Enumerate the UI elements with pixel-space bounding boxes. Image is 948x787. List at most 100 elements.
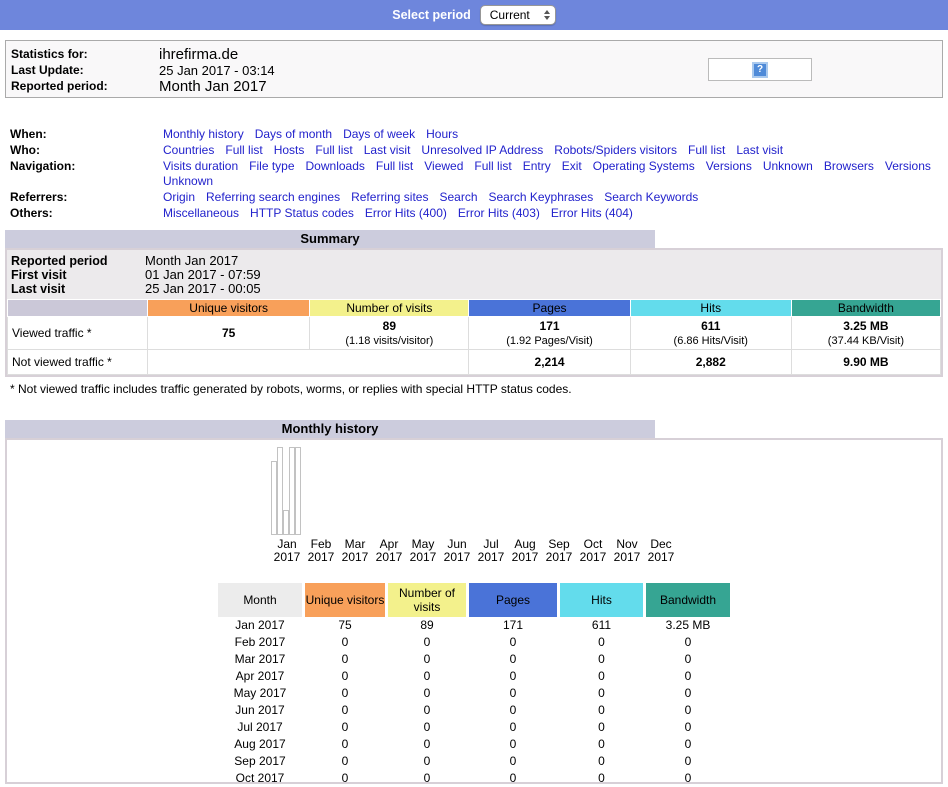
- summary-info-label: Last visit: [11, 282, 145, 296]
- summary-title: Summary: [5, 230, 655, 248]
- month-year: 2017: [338, 551, 372, 564]
- x-axis-label-feb-2017: Feb2017: [304, 538, 338, 564]
- monthly-row-value: 611: [560, 617, 643, 634]
- viewed-traffic-label: Viewed traffic *: [8, 317, 148, 350]
- nav-link-browsers[interactable]: Browsers: [824, 159, 874, 174]
- monthly-row-value: 0: [305, 753, 385, 770]
- metric-value: 3.25 MB: [843, 319, 888, 333]
- not-viewed-traffic-value: 9.90 MB: [791, 350, 940, 375]
- monthly-row-month: Aug 2017: [218, 736, 302, 753]
- nav-link-days-of-week[interactable]: Days of week: [343, 127, 415, 142]
- monthly-row-value: 0: [560, 719, 643, 736]
- nav-link-full-list[interactable]: Full list: [688, 143, 725, 158]
- nav-link-search-keyphrases[interactable]: Search Keyphrases: [489, 190, 594, 205]
- nav-link-error-hits-403[interactable]: Error Hits (403): [458, 206, 540, 221]
- nav-link-countries[interactable]: Countries: [163, 143, 214, 158]
- nav-link-robots-spiders-visitors[interactable]: Robots/Spiders visitors: [554, 143, 677, 158]
- not-viewed-traffic-value: 2,882: [630, 350, 791, 375]
- monthly-column-header-bandwidth: Bandwidth: [646, 583, 730, 617]
- nav-link-unknown[interactable]: Unknown: [163, 174, 213, 189]
- nav-link-versions[interactable]: Versions: [706, 159, 752, 174]
- nav-link-search[interactable]: Search: [439, 190, 477, 205]
- nav-links: Visits duration File type Downloads Full li…: [163, 159, 935, 189]
- x-axis-label-may-2017: May2017: [406, 538, 440, 564]
- column-header-unique-visitors: Unique visitors: [148, 300, 310, 317]
- nav-link-error-hits-404[interactable]: Error Hits (404): [551, 206, 633, 221]
- nav-link-entry[interactable]: Entry: [523, 159, 551, 174]
- x-axis-label-nov-2017: Nov2017: [610, 538, 644, 564]
- monthly-row-value: 0: [560, 685, 643, 702]
- nav-link-downloads[interactable]: Downloads: [306, 159, 365, 174]
- nav-link-exit[interactable]: Exit: [562, 159, 582, 174]
- nav-link-http-status-codes[interactable]: HTTP Status codes: [250, 206, 354, 221]
- not-viewed-traffic-row: Not viewed traffic * 2,2142,8829.90 MB: [8, 350, 941, 375]
- topbar: Select period Current: [0, 0, 948, 30]
- monthly-row-value: 0: [560, 770, 643, 787]
- month-year: 2017: [270, 551, 304, 564]
- nav-link-error-hits-400[interactable]: Error Hits (400): [365, 206, 447, 221]
- nav-link-last-visit[interactable]: Last visit: [364, 143, 411, 158]
- nav-link-referring-sites[interactable]: Referring sites: [351, 190, 428, 205]
- metric-subvalue: (1.18 visits/visitor): [345, 335, 433, 347]
- nav-link-last-visit[interactable]: Last visit: [736, 143, 783, 158]
- nav-link-operating-systems[interactable]: Operating Systems: [593, 159, 695, 174]
- monthly-row-value: 0: [469, 634, 557, 651]
- nav-link-monthly-history[interactable]: Monthly history: [163, 127, 244, 142]
- nav-link-search-keywords[interactable]: Search Keywords: [604, 190, 698, 205]
- monthly-row-value: 0: [646, 634, 730, 651]
- nav-link-file-type[interactable]: File type: [249, 159, 294, 174]
- nav-link-unknown[interactable]: Unknown: [763, 159, 813, 174]
- x-axis-label-mar-2017: Mar2017: [338, 538, 372, 564]
- monthly-column-header-unique-visitors: Unique visitors: [305, 583, 385, 617]
- monthly-row-value: 0: [469, 719, 557, 736]
- nav-link-full-list[interactable]: Full list: [474, 159, 511, 174]
- x-axis-label-jul-2017: Jul2017: [474, 538, 508, 564]
- metric-value: 611: [701, 319, 720, 333]
- monthly-row-value: 0: [560, 702, 643, 719]
- period-select[interactable]: Current: [480, 5, 556, 25]
- monthly-history-title: Monthly history: [5, 420, 655, 438]
- monthly-row-value: 0: [305, 668, 385, 685]
- monthly-row-value: 0: [305, 702, 385, 719]
- nav-link-full-list[interactable]: Full list: [225, 143, 262, 158]
- monthly-row-value: 0: [388, 719, 466, 736]
- nav-category-label: When:: [10, 127, 163, 142]
- nav-link-unresolved-ip-address[interactable]: Unresolved IP Address: [421, 143, 543, 158]
- nav-category-label: Who:: [10, 143, 163, 158]
- nav-category-label: Others:: [10, 206, 163, 221]
- nav-link-referring-search-engines[interactable]: Referring search engines: [206, 190, 340, 205]
- nav-link-viewed[interactable]: Viewed: [424, 159, 463, 174]
- monthly-row-value: 0: [388, 634, 466, 651]
- nav-link-visits-duration[interactable]: Visits duration: [163, 159, 238, 174]
- not-viewed-traffic-value: 2,214: [469, 350, 630, 375]
- nav-link-days-of-month[interactable]: Days of month: [255, 127, 332, 142]
- monthly-row-value: 0: [388, 753, 466, 770]
- month-year: 2017: [644, 551, 678, 564]
- nav-link-origin[interactable]: Origin: [163, 190, 195, 205]
- metric-subvalue: (37.44 KB/Visit): [828, 335, 904, 347]
- metric-value: 171: [540, 319, 560, 333]
- nav-link-full-list[interactable]: Full list: [315, 143, 352, 158]
- nav-link-versions[interactable]: Versions: [885, 159, 931, 174]
- nav-link-full-list[interactable]: Full list: [376, 159, 413, 174]
- monthly-history-panel: Jan2017Feb2017Mar2017Apr2017May2017Jun20…: [5, 438, 943, 784]
- monthly-row-value: 0: [560, 634, 643, 651]
- monthly-row-value: 0: [646, 736, 730, 753]
- nav-link-hosts[interactable]: Hosts: [274, 143, 305, 158]
- viewed-traffic-value: 171 (1.92 Pages/Visit): [469, 317, 630, 350]
- metric-subvalue: (1.92 Pages/Visit): [506, 335, 593, 347]
- summary-panel: Reported periodMonth Jan 2017First visit…: [5, 248, 943, 377]
- monthly-row-value: 0: [560, 651, 643, 668]
- nav-link-hours[interactable]: Hours: [426, 127, 458, 142]
- nav-link-miscellaneous[interactable]: Miscellaneous: [163, 206, 239, 221]
- metric-subvalue: (6.86 Hits/Visit): [674, 335, 748, 347]
- not-viewed-traffic-label: Not viewed traffic *: [8, 350, 148, 375]
- select-period-label: Select period: [392, 8, 471, 22]
- monthly-column-header-hits: Hits: [560, 583, 643, 617]
- not-viewed-blank-cell: [148, 350, 469, 375]
- monthly-history-chart: Jan2017Feb2017Mar2017Apr2017May2017Jun20…: [270, 447, 678, 564]
- help-icon[interactable]: ?: [752, 62, 768, 78]
- monthly-row-month: Feb 2017: [218, 634, 302, 651]
- month-year: 2017: [440, 551, 474, 564]
- help-box[interactable]: ?: [708, 58, 812, 81]
